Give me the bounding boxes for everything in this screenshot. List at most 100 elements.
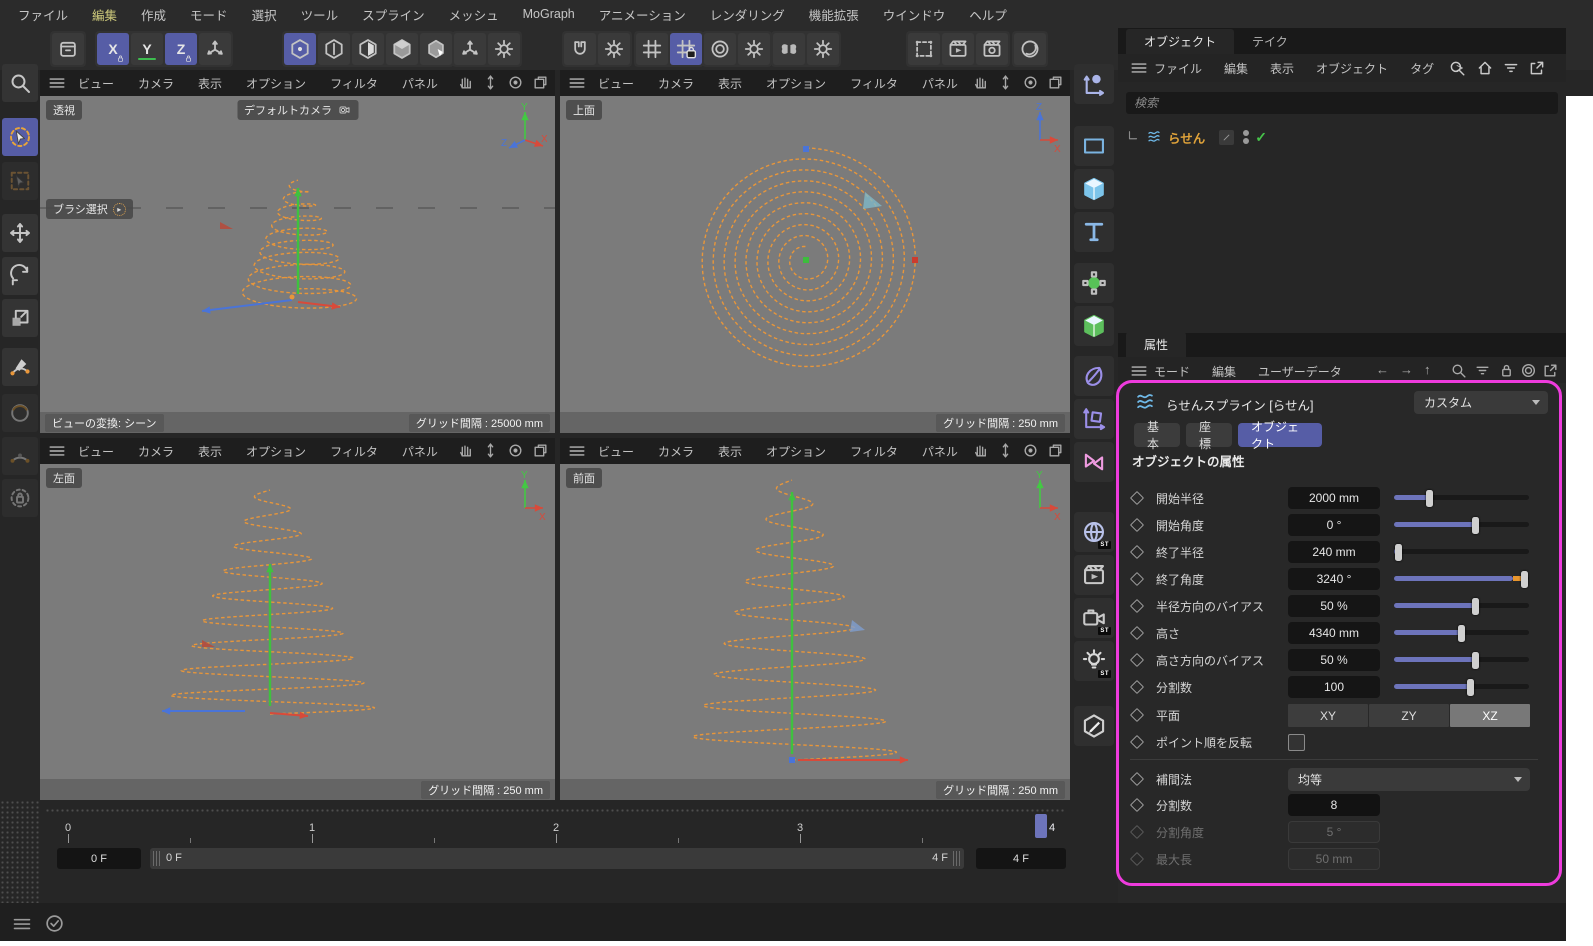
viewport-menu-item[interactable]: 表示 [198,443,222,460]
rotate-view-icon[interactable] [507,442,524,459]
range-grip-right[interactable] [953,851,961,866]
field-object-button[interactable] [1074,263,1114,303]
viewport-menu-item[interactable]: カメラ [658,75,694,92]
symmetry-settings-button[interactable] [807,33,839,65]
symmetry-button[interactable] [773,33,805,65]
primitive-cube-button[interactable] [1074,169,1114,209]
tab-takes[interactable]: テイク [1234,29,1306,54]
viewport-menu-item[interactable]: ビュー [598,443,634,460]
attr-slider[interactable] [1394,676,1529,698]
attr-value-field[interactable]: 0 ° [1288,514,1380,536]
render-settings-button[interactable] [976,33,1008,65]
target-settings-button[interactable] [738,33,770,65]
plane-option-xy[interactable]: XY [1288,704,1368,727]
points-mode-button[interactable] [284,33,316,65]
om-menu-item[interactable]: タグ [1410,60,1434,77]
viewport-menu-item[interactable]: 表示 [198,75,222,92]
viewport-menu-icon[interactable] [568,74,586,92]
z-axis-lock-button[interactable]: Z [165,33,197,65]
render-film-button[interactable] [1074,555,1114,595]
maximize-view-icon[interactable] [532,74,549,91]
modeling-settings-button[interactable] [52,33,84,65]
keyframe-diamond[interactable] [1130,772,1144,786]
attr-value-field[interactable]: 2000 mm [1288,487,1380,509]
slider-handle[interactable] [1472,598,1479,615]
instance-axis-button[interactable] [1074,399,1114,439]
volume-shell-button[interactable] [1074,356,1114,396]
object-axis-mode-button[interactable] [420,33,452,65]
attr-value-field[interactable]: 50 % [1288,649,1380,671]
viewport-menu-icon[interactable] [568,442,586,460]
object-search-input[interactable] [1126,92,1558,114]
attr-tab-0[interactable]: 基本 [1134,423,1180,447]
panel-menu-icon[interactable] [1130,362,1148,380]
material-manager-button[interactable] [1014,33,1046,65]
scale-tool-button[interactable] [2,299,38,337]
tab-attributes[interactable]: 属性 [1126,332,1186,357]
cage-tool-button[interactable] [2,479,38,517]
zoom-icon[interactable] [482,442,499,459]
viewport-menu-item[interactable]: 表示 [718,443,742,460]
am-lock-icon[interactable] [1498,362,1515,379]
viewport-menu-item[interactable]: ビュー [78,443,114,460]
am-back-icon[interactable]: ← [1376,362,1389,377]
om-filter-icon[interactable] [1502,59,1520,77]
viewport-menu-item[interactable]: 表示 [718,75,742,92]
viewport-menu-item[interactable]: パネル [922,75,958,92]
rotate-view-icon[interactable] [1022,74,1039,91]
x-axis-lock-button[interactable]: X [97,33,129,65]
keyframe-diamond[interactable] [1130,518,1144,532]
workplane-lock-button[interactable] [670,33,702,65]
tab-objects[interactable]: オブジェクト [1126,29,1234,54]
keyframe-diamond[interactable] [1130,653,1144,667]
attr-value-field[interactable]: 4340 mm [1288,622,1380,644]
viewport-body[interactable]: 透視YXZデフォルトカメラブラシ選択▸ [40,96,555,433]
menubar-item[interactable]: MoGraph [511,7,587,21]
camera-object-button[interactable]: ST [1074,598,1114,638]
interpolation-dropdown[interactable]: 均等 [1288,768,1530,791]
spline-arc-tool-button[interactable] [2,437,38,475]
generator-cube-button[interactable] [1074,306,1114,346]
attr-slider[interactable] [1394,649,1529,671]
keyframe-diamond[interactable] [1130,798,1144,812]
om-popout-icon[interactable] [1528,59,1546,77]
menubar-item[interactable]: メッシュ [437,5,511,24]
am-search-icon[interactable] [1450,362,1467,379]
om-menu-item[interactable]: ファイル [1154,60,1202,77]
attr-value-field[interactable]: 240 mm [1288,541,1380,563]
panel-menu-icon[interactable] [1130,59,1148,77]
model-mode-button[interactable] [386,33,418,65]
snap-settings-button[interactable] [598,33,630,65]
camera-label-chip[interactable]: デフォルトカメラ [237,100,358,120]
om-menu-item[interactable]: オブジェクト [1316,60,1388,77]
timeline-range-bar[interactable]: 0 F4 F [150,848,964,869]
menubar-item[interactable]: スプライン [350,5,437,24]
render-picture-viewer-button[interactable] [942,33,974,65]
keyframe-diamond[interactable] [1130,626,1144,640]
attr-slider[interactable] [1394,595,1529,617]
slider-handle[interactable] [1472,652,1479,669]
viewport-menu-item[interactable]: カメラ [138,75,174,92]
attr-slider[interactable] [1394,541,1529,563]
menubar-item[interactable]: ウインドウ [871,5,958,24]
target-button[interactable] [704,33,736,65]
live-selection-button[interactable] [2,118,38,156]
maximize-view-icon[interactable] [1047,442,1064,459]
slider-handle[interactable] [1458,625,1465,642]
reverse-checkbox[interactable] [1288,734,1305,751]
rotate-view-icon[interactable] [1022,442,1039,459]
plane-option-zy[interactable]: ZY [1369,704,1449,727]
material-editor-button[interactable] [1074,706,1114,746]
attr-tab-2[interactable]: オブジェクト [1238,423,1322,447]
menubar-item[interactable]: モード [178,5,240,24]
zoom-icon[interactable] [482,74,499,91]
attr-value-field[interactable]: 3240 ° [1288,568,1380,590]
menubar-item[interactable]: 選択 [240,5,289,24]
light-object-button[interactable]: ST [1074,641,1114,681]
pan-hand-icon[interactable] [457,74,474,91]
visibility-dot-bottom[interactable] [1243,138,1249,144]
zoom-icon[interactable] [997,442,1014,459]
viewport-menu-item[interactable]: オプション [766,443,826,460]
keyframe-diamond[interactable] [1130,680,1144,694]
workplane-button[interactable] [636,33,668,65]
